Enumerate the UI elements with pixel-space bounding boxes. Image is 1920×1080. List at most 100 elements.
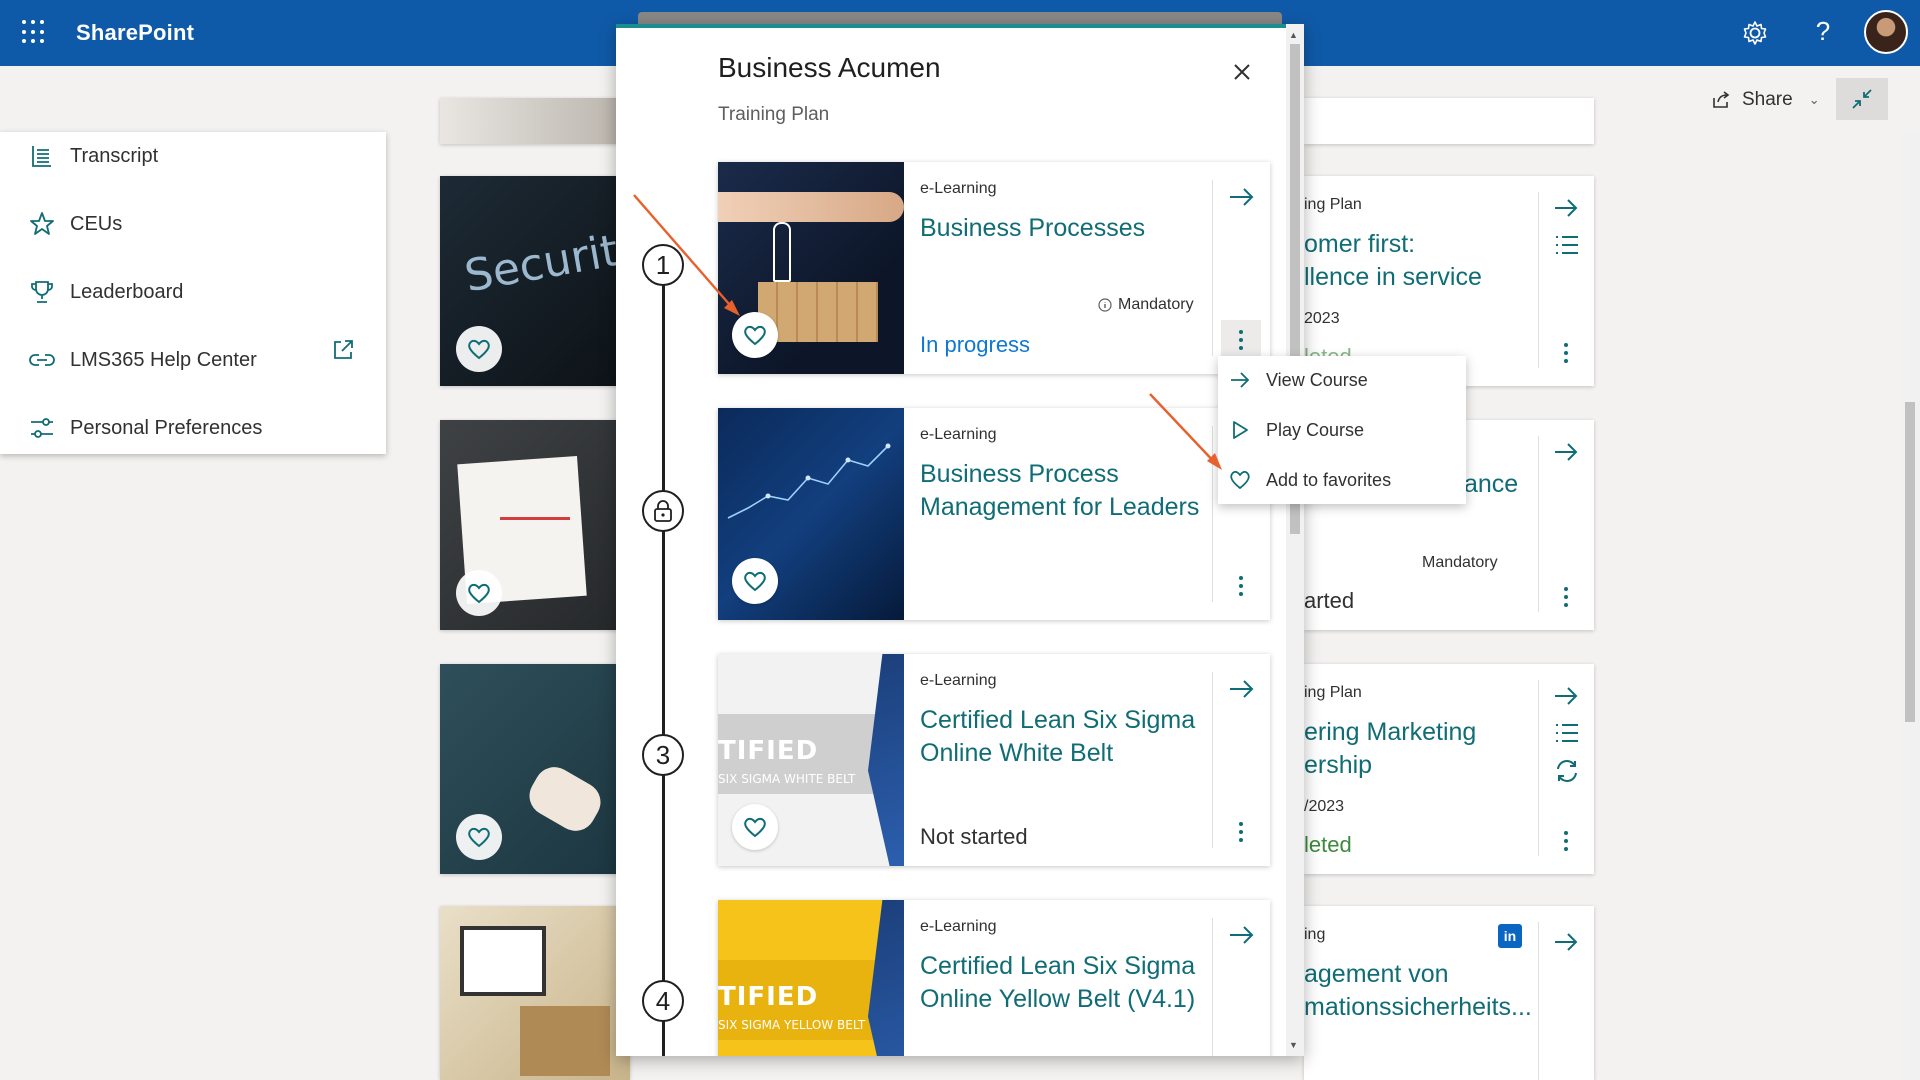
more-options-icon[interactable] [1562,586,1570,608]
thumb-small-text: SIX SIGMA YELLOW BELT [718,1018,866,1032]
thumb-big-text: TIFIED [718,982,819,1012]
timeline-line [662,254,665,1056]
arrow-right-icon[interactable] [1552,684,1580,708]
chevron-down-icon: ⌄ [1808,92,1820,107]
close-icon[interactable] [1228,58,1256,86]
menu-label: Add to favorites [1266,469,1392,490]
card-title-line-1: omer first: [1304,230,1416,258]
step-marker-4: 4 [642,980,684,1022]
heart-icon[interactable] [456,814,502,860]
card-divider [1212,426,1213,602]
course-title[interactable]: Certified Lean Six Sigma Online White Be… [920,704,1220,770]
course-title[interactable]: Business Process Management for Leaders [920,458,1220,524]
bg-card-security[interactable]: Security [440,176,648,386]
course-status: In progress [920,332,1031,357]
bg-card-right-1[interactable]: ing Plan omer first: llence in service 2… [1304,176,1594,386]
nav-item-ceus[interactable]: CEUs [28,206,122,242]
linkedin-icon: in [1498,924,1522,948]
more-options-icon [1239,330,1243,350]
bg-card-1[interactable] [440,98,640,144]
nav-item-transcript[interactable]: Transcript [28,138,158,174]
page-scrollbar[interactable] [1900,132,1920,1080]
menu-label: View Course [1266,369,1368,390]
dialog-subtitle: Training Plan [718,104,830,125]
help-icon[interactable]: ? [1808,16,1838,47]
course-card[interactable]: e-Learning Business Process Management f… [718,408,1270,620]
heart-icon[interactable] [732,558,778,604]
heart-icon[interactable] [732,312,778,358]
menu-item-play-course[interactable]: Play Course [1228,410,1458,450]
step-marker-locked [642,490,684,532]
collapse-button[interactable] [1836,78,1888,120]
menu-item-view-course[interactable]: View Course [1228,360,1458,400]
dialog-scrollbar[interactable]: ▲ ▼ [1286,24,1304,1056]
heart-icon[interactable] [456,326,502,372]
course-title[interactable]: Certified Lean Six Sigma Online Yellow B… [920,950,1220,1016]
card-status: leted [1304,832,1352,857]
bg-card-chalk[interactable] [440,664,630,874]
thumb-small-text: SIX SIGMA WHITE BELT [718,772,856,786]
nav-label: Transcript [70,144,159,167]
arrow-right-icon[interactable] [1226,920,1256,950]
refresh-icon[interactable] [1554,758,1580,784]
scroll-up-icon[interactable]: ▲ [1289,30,1298,40]
list-icon[interactable] [1554,234,1580,256]
step-marker-3: 3 [642,734,684,776]
thumb-big-text: TIFIED [718,736,819,766]
bg-card-right-3[interactable]: ing Plan ering Marketing ership /2023 le… [1304,664,1594,874]
card-type: ing Plan [1304,684,1362,701]
arrow-right-icon[interactable] [1226,182,1256,212]
card-title-line-1: agement von [1304,960,1449,988]
scroll-down-icon[interactable]: ▼ [1289,1040,1298,1050]
more-options-button[interactable] [1221,320,1261,360]
list-icon[interactable] [1554,722,1580,744]
bg-card-charts[interactable] [440,420,630,630]
more-options-button[interactable] [1221,812,1261,852]
course-type: e-Learning [920,672,997,689]
arrow-right-icon[interactable] [1226,674,1256,704]
course-status: Not started [920,824,1028,849]
link-icon [29,354,55,366]
card-date: /2023 [1304,798,1345,815]
gear-icon[interactable] [1740,18,1770,48]
bg-card-right-top[interactable] [1304,98,1594,144]
menu-item-add-favorites[interactable]: Add to favorites [1228,460,1458,500]
share-button[interactable]: Share ⌄ [1710,84,1820,116]
waffle-icon[interactable] [22,20,46,44]
avatar[interactable] [1864,10,1908,54]
course-type: e-Learning [920,918,997,935]
arrow-right-icon[interactable] [1552,196,1580,220]
course-card[interactable]: e-Learning Business Processes Mandatory … [718,162,1270,374]
nav-label: Personal Preferences [70,416,263,439]
info-icon [1098,298,1112,312]
bg-card-boxes[interactable] [440,906,630,1080]
more-options-icon[interactable] [1562,830,1570,852]
course-card[interactable]: TIFIED SIX SIGMA WHITE BELT e-Learning C… [718,654,1270,866]
mandatory-badge: Mandatory [1098,296,1194,314]
collapse-icon [1852,89,1872,109]
nav-item-preferences[interactable]: Personal Preferences [28,410,262,446]
external-link-icon[interactable] [330,337,356,363]
arrow-right-icon[interactable] [1552,440,1580,464]
arrow-right-icon[interactable] [1552,930,1580,954]
menu-label: Play Course [1266,419,1365,440]
heart-icon[interactable] [732,804,778,850]
app-title[interactable]: SharePoint [76,20,194,46]
nav-item-leaderboard[interactable]: Leaderboard [28,274,183,310]
card-date: 2023 [1304,310,1340,327]
card-type: ing Plan [1304,196,1362,213]
more-options-icon[interactable] [1562,342,1570,364]
transcript-icon [32,146,51,167]
step-marker-1: 1 [642,244,684,286]
course-card[interactable]: TIFIED SIX SIGMA YELLOW BELT e-Learning … [718,900,1270,1056]
share-icon [1713,91,1730,108]
more-options-button[interactable] [1221,566,1261,606]
course-title[interactable]: Business Processes [920,212,1220,245]
card-divider [1212,672,1213,848]
trophy-icon [31,281,53,303]
heart-icon[interactable] [456,570,502,616]
bg-card-right-4[interactable]: ing agement von mationssicherheits... in [1304,906,1594,1080]
card-type: ing [1304,926,1326,943]
nav-item-help-center[interactable]: LMS365 Help Center [28,342,257,378]
card-title-line-2: mationssicherheits... [1304,993,1532,1021]
